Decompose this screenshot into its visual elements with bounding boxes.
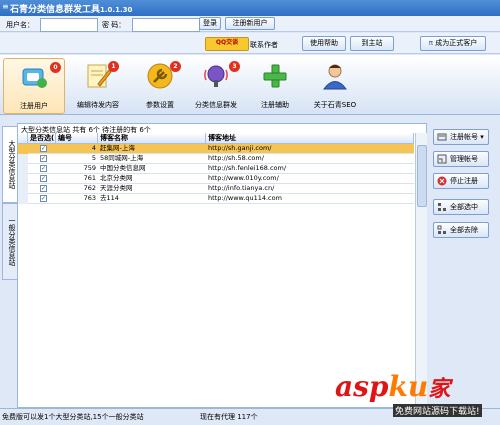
row-id: 762 <box>83 184 96 192</box>
register-account-icon <box>437 133 447 141</box>
deselect-all-icon <box>437 225 446 234</box>
row-indicator[interactable] <box>18 164 28 174</box>
tool-register-user[interactable]: 0 注册用户 <box>3 58 65 114</box>
row-site-name: 北京分类网 <box>100 174 133 182</box>
status-proxy-count: 现在有代理 117个 <box>200 413 258 421</box>
login-button[interactable]: 登录 <box>199 17 221 30</box>
row-checkbox[interactable]: ✓ <box>40 145 47 152</box>
deselect-all-button[interactable]: 全部去除 <box>433 222 489 238</box>
select-all-button[interactable]: 全部选中 <box>433 199 489 215</box>
help-button[interactable]: 使用帮助 <box>302 36 346 51</box>
tool-label: 分类信息群发 <box>195 101 237 109</box>
tab-large-sites[interactable]: 大型分类信息站 <box>2 126 18 203</box>
watermark-subtitle: 免费网站源码下载站! <box>393 404 482 417</box>
row-indicator[interactable] <box>18 154 28 164</box>
upgrade-button[interactable]: π 成为正式客户 <box>420 36 486 51</box>
manage-account-button[interactable]: 管理帐号 <box>433 151 489 167</box>
username-label: 用户名： <box>6 21 34 29</box>
column-header-select[interactable]: 是否选( <box>28 133 56 144</box>
row-site-name: 去114 <box>100 194 119 202</box>
column-header-url[interactable]: 博客地址 <box>206 133 414 144</box>
username-input[interactable] <box>40 18 98 32</box>
table-row[interactable]: ✓ 762 天涯分类网 http://info.tianya.cn/ <box>18 184 414 194</box>
action-row: QQ交谈 联系作者 使用帮助 到主站 π 成为正式客户 <box>0 33 500 54</box>
login-row: 用户名： 密 码： 登录 注册新用户 <box>0 16 500 32</box>
title-bar: ≡ 石青分类信息群发工具1.0.1.30 <box>0 0 500 16</box>
tool-badge: 2 <box>170 61 181 72</box>
table-row[interactable]: ✓ 5 58同城网-上海 http://sh.58.com/ <box>18 154 414 164</box>
row-checkbox[interactable]: ✓ <box>40 185 47 192</box>
row-indicator[interactable] <box>18 194 28 204</box>
stop-icon <box>437 176 447 186</box>
tool-label: 关于石青SEO <box>313 101 357 109</box>
scrollbar-thumb[interactable] <box>417 145 427 207</box>
tool-about[interactable]: 关于石青SEO <box>305 58 365 112</box>
row-site-url: http://info.tianya.cn/ <box>208 184 275 192</box>
tool-settings[interactable]: 2 参数设置 <box>130 58 190 112</box>
about-icon <box>323 64 347 90</box>
stop-register-button[interactable]: 停止注册 <box>433 173 489 189</box>
row-indicator-header <box>18 133 28 144</box>
site-list-panel: 大型分类信息站 共有 6个 待注册的有 6个 是否选( 编号 博客名称 博客地址… <box>17 123 427 408</box>
row-checkbox[interactable]: ✓ <box>40 175 47 182</box>
contact-author-link[interactable]: 联系作者 <box>250 40 278 50</box>
row-site-url: http://www.qu114.com <box>208 194 282 202</box>
row-id: 759 <box>83 164 96 172</box>
row-id: 761 <box>83 174 96 182</box>
row-site-url: http://sh.fenlei168.com/ <box>208 164 287 172</box>
password-input[interactable] <box>132 18 200 32</box>
watermark-brand: aspku家 <box>335 370 451 403</box>
home-button[interactable]: 到主站 <box>350 36 394 51</box>
tool-edit-content[interactable]: 1 编辑待发内容 <box>68 58 128 112</box>
row-site-url: http://www.010y.com/ <box>208 174 279 182</box>
tool-label: 参数设置 <box>146 101 174 109</box>
tool-label: 编辑待发内容 <box>77 101 119 109</box>
app-menu-icon[interactable]: ≡ <box>2 3 9 11</box>
row-indicator[interactable] <box>18 184 28 194</box>
tab-general-sites[interactable]: 一般分类信息站 <box>2 203 18 280</box>
row-site-url: http://sh.58.com/ <box>208 154 264 162</box>
site-watermark: aspku家 免费网站源码下载站! <box>335 372 497 422</box>
row-checkbox[interactable]: ✓ <box>40 155 47 162</box>
select-all-icon <box>438 203 446 211</box>
tool-register-assist[interactable]: 注册辅助 <box>245 58 305 112</box>
tool-label: 注册用户 <box>20 102 48 110</box>
tool-broadcast[interactable]: 3 分类信息群发 <box>186 58 246 112</box>
row-checkbox[interactable]: ✓ <box>40 195 47 202</box>
register-assist-icon <box>263 64 287 88</box>
main-toolbar: 0 注册用户 1 编辑待发内容 2 参数设置 3 分类信息群发 注册辅助 关于石… <box>0 55 500 115</box>
row-site-name: 58同城网-上海 <box>100 154 144 162</box>
row-id: 763 <box>83 194 96 202</box>
tool-badge: 0 <box>50 62 61 73</box>
tool-badge: 1 <box>108 61 119 72</box>
status-left-text: 免费版可以发1个大型分类站,15个一般分类站 <box>2 413 144 421</box>
tool-label: 注册辅助 <box>261 101 289 109</box>
table-row[interactable]: ✓ 761 北京分类网 http://www.010y.com/ <box>18 174 414 184</box>
column-header-id[interactable]: 编号 <box>56 133 98 144</box>
row-indicator[interactable] <box>18 174 28 184</box>
table-row[interactable]: ✓ 759 中国分类信息网 http://sh.fenlei168.com/ <box>18 164 414 174</box>
table-row[interactable]: ✓ 763 去114 http://www.qu114.com <box>18 194 414 204</box>
row-site-name: 赶集网-上海 <box>100 144 135 152</box>
window-title: 石青分类信息群发工具1.0.1.30 <box>10 5 133 15</box>
row-indicator[interactable] <box>18 144 28 154</box>
tool-badge: 3 <box>229 61 240 72</box>
row-id: 5 <box>91 154 96 162</box>
register-new-user-button[interactable]: 注册新用户 <box>225 17 275 30</box>
row-site-name: 中国分类信息网 <box>100 164 146 172</box>
manage-account-icon <box>437 154 447 164</box>
row-id: 4 <box>91 144 96 152</box>
qq-chat-button[interactable]: QQ交谈 <box>205 37 249 51</box>
row-site-url: http://sh.ganji.com/ <box>208 144 272 152</box>
row-site-name: 天涯分类网 <box>100 184 133 192</box>
column-header-name[interactable]: 博客名称 <box>98 133 206 144</box>
register-user-icon <box>22 68 47 88</box>
register-account-dropdown[interactable]: 注册帐号 ▾ <box>433 129 489 145</box>
password-label: 密 码： <box>102 21 126 29</box>
row-checkbox[interactable]: ✓ <box>40 165 47 172</box>
vertical-scrollbar[interactable] <box>415 133 427 406</box>
table-row[interactable]: ✓ 4 赶集网-上海 http://sh.ganji.com/ <box>18 144 414 154</box>
broadcast-icon <box>204 65 228 87</box>
